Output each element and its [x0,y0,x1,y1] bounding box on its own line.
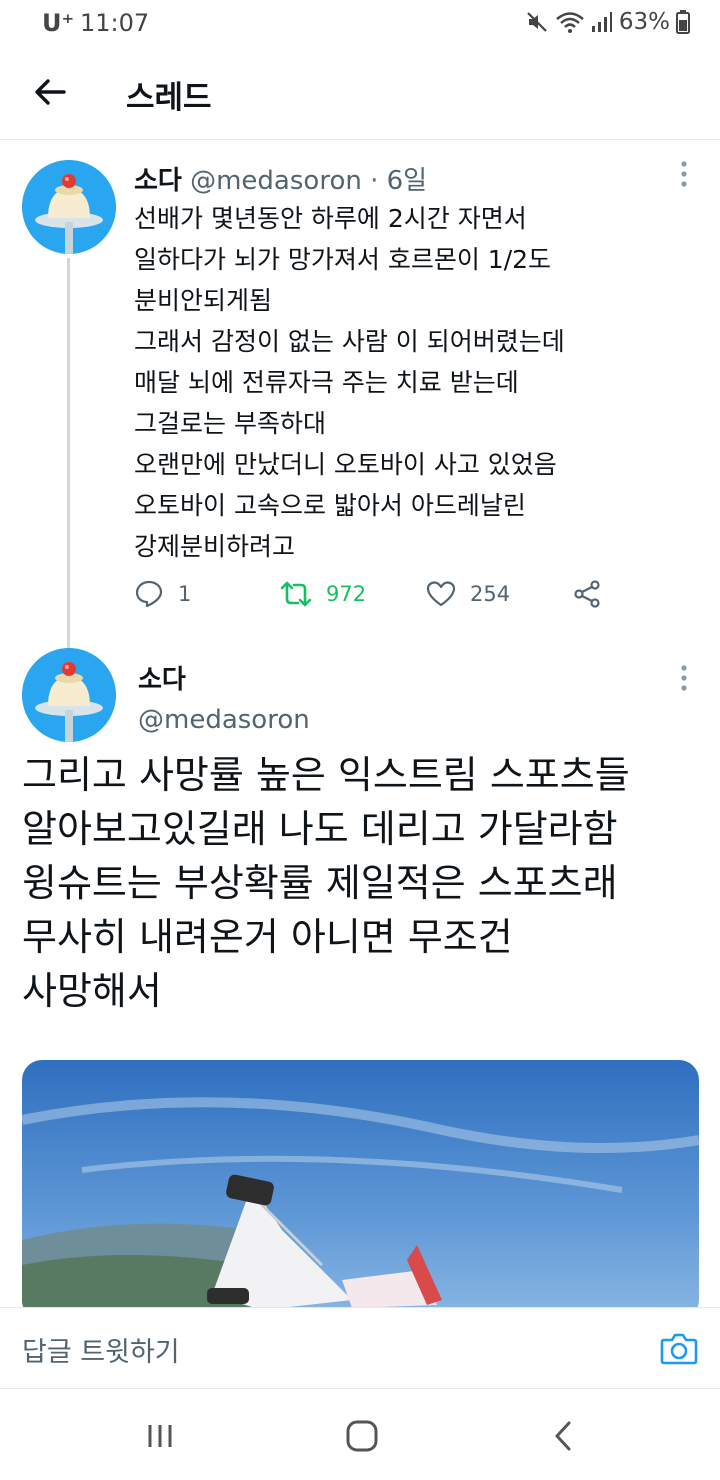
retweet-count: 972 [326,582,367,606]
author-name-line: 소다 [138,659,186,696]
tweet-text-line: 무사히 내려온거 아니면 무조건 [22,915,513,959]
author-handle[interactable]: @medasoron [138,705,310,735]
page-title: 스레드 [126,80,212,116]
more-options-icon[interactable] [679,160,689,188]
author-handle[interactable]: @medasoron [190,166,362,196]
tweet-text-line: 오토바이 고속으로 밟아서 아드레날린 [134,491,526,520]
retweet-icon [280,581,312,607]
wingsuit-sky-photo [22,1060,699,1320]
tweet-text-line: 사망해서 [22,969,162,1013]
tweet-text-line: 그래서 감정이 없는 사람 이 되어버렸는데 [134,327,565,356]
system-navigation-bar [0,1389,720,1480]
tweet-text-line: 일하다가 뇌가 망가져서 호르몬이 1/2도 [134,245,552,274]
recent-apps-icon[interactable] [140,1419,180,1453]
share-button[interactable] [572,574,602,614]
tweet-author-line: 소다 @medasoron · 6일 [134,160,427,197]
focused-tweet-text: 그리고 사망률 높은 익스트림 스포츠들 알아보고있길래 나도 데리고 가달라함… [22,748,712,1018]
like-button[interactable]: 254 [426,574,510,614]
tweet-text-line: 분비안되게됨 [134,286,273,315]
mute-icon [527,12,547,32]
reply-composer-bar[interactable]: 답글 트윗하기 [0,1307,720,1389]
home-icon[interactable] [342,1419,382,1453]
avatar[interactable] [22,160,116,254]
heart-icon [426,581,456,607]
status-time: 11:07 [80,9,150,37]
tweet-text-line: 그리고 사망률 높은 익스트림 스포츠들 [22,753,630,797]
app-header: 스레드 [0,44,720,140]
avatar[interactable] [22,648,116,742]
battery-percent: 63% [618,9,670,35]
tweet-time[interactable]: 6일 [387,166,427,196]
tweet-actions: 1 972 254 [134,574,614,614]
tweet-text-line: 매달 뇌에 전류자극 주는 치료 받는데 [134,368,519,397]
pudding-avatar-image [22,160,116,254]
battery-icon [676,10,690,34]
back-arrow-icon[interactable] [30,72,70,112]
thread-connector-line [67,258,70,648]
author-name[interactable]: 소다 [138,665,186,695]
meta-separator: · [370,166,379,196]
tweet-text-line: 그걸로는 부족하대 [134,409,326,438]
wifi-icon [556,12,584,33]
reply-button[interactable]: 1 [134,574,191,614]
more-options-icon[interactable] [679,664,689,692]
status-bar: U⁺ 11:07 63% [0,0,720,44]
reply-icon [135,580,163,608]
tweet-text: 선배가 몇년동안 하루에 2시간 자면서 일하다가 뇌가 망가져서 호르몬이 1… [134,198,694,567]
reply-count: 1 [178,582,192,606]
back-nav-icon[interactable] [544,1419,584,1453]
tweet-text-line: 오랜만에 만났더니 오토바이 사고 있었음 [134,450,557,479]
tweet-media-image[interactable] [22,1060,699,1320]
reply-input-placeholder[interactable]: 답글 트윗하기 [22,1330,180,1369]
tweet-text-line: 윙슈트는 부상확률 제일적은 스포츠래 [22,861,618,905]
tweet-text-line: 알아보고있길래 나도 데리고 가달라함 [22,807,618,851]
author-name[interactable]: 소다 [134,166,182,196]
carrier-label: U⁺ [42,9,75,37]
camera-icon[interactable] [660,1330,698,1366]
author-handle-line: @medasoron [138,705,310,735]
signal-icon [591,12,612,32]
like-count: 254 [470,582,511,606]
status-icons: 63% [525,8,690,36]
pudding-avatar-image [22,648,116,742]
tweet-text-line: 강제분비하려고 [134,532,296,561]
retweet-button[interactable]: 972 [280,574,366,614]
share-icon [574,580,600,608]
tweet-text-line: 선배가 몇년동안 하루에 2시간 자면서 [134,204,527,233]
